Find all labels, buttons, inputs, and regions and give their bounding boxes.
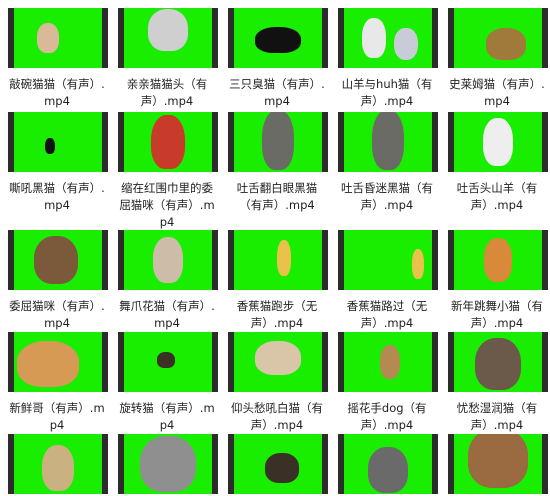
file-item[interactable]: 亲亲猫猫头（有声）.mp4 [118, 8, 218, 110]
file-name-label: 史莱姆猫（有声）.mp4 [449, 77, 545, 108]
video-thumbnail [8, 112, 108, 172]
cat-thumbnail-icon [468, 434, 528, 488]
video-thumbnail [8, 434, 108, 494]
video-thumbnail [448, 434, 548, 494]
file-item[interactable]: 新年跳舞小猫（有声）.mp4 [448, 230, 548, 332]
file-item[interactable]: 旋转猫（有声）.mp4 [118, 332, 218, 434]
video-thumbnail [338, 230, 438, 290]
video-thumbnail [338, 332, 438, 392]
file-item[interactable]: 舞爪花猫（有声）.mp4 [118, 230, 218, 332]
file-item[interactable]: 敲碗猫猫（有声）.mp4 [8, 8, 108, 110]
video-thumbnail [8, 230, 108, 290]
cat-thumbnail-icon [255, 27, 301, 53]
file-item[interactable] [448, 434, 548, 494]
file-name-label: 忧愁湿润猫（有声）.mp4 [456, 401, 538, 432]
file-item[interactable]: 香蕉猫路过（无声）.mp4 [338, 230, 438, 332]
video-thumbnail [338, 434, 438, 494]
file-item[interactable]: 仰头愁吼白猫（有声）.mp4 [228, 332, 328, 434]
file-name-label: 香蕉猫路过（无声）.mp4 [346, 299, 428, 330]
file-name-label: 缩在红围巾里的委屈猫咪（有声）.mp4 [119, 181, 215, 229]
cat-thumbnail-icon [148, 9, 188, 51]
file-grid: 敲碗猫猫（有声）.mp4 亲亲猫猫头（有声）.mp4 三只臭猫（有声）.mp4 山羊与… [0, 0, 550, 496]
file-name-label: 舞爪花猫（有声）.mp4 [119, 299, 215, 330]
cat-thumbnail-icon [17, 341, 79, 387]
dog-thumbnail-icon [380, 345, 400, 379]
cat-thumbnail-icon [394, 28, 418, 60]
video-thumbnail [228, 112, 328, 172]
video-thumbnail [338, 112, 438, 172]
video-thumbnail [228, 8, 328, 68]
file-name-label: 吐舌头山羊（有声）.mp4 [456, 181, 538, 212]
file-item[interactable]: 新鲜哥（有声）.mp4 [8, 332, 108, 434]
banana-cat-thumbnail-icon [277, 240, 291, 276]
video-thumbnail [118, 332, 218, 392]
cat-thumbnail-icon [45, 138, 55, 154]
video-thumbnail [118, 8, 218, 68]
file-item[interactable]: 忧愁湿润猫（有声）.mp4 [448, 332, 548, 434]
file-item[interactable] [338, 434, 438, 494]
file-item[interactable]: 摇花手dog（有声）.mp4 [338, 332, 438, 434]
file-name-label: 吐舌翻白眼黑猫（有声）.mp4 [236, 181, 318, 212]
cat-thumbnail-icon [372, 112, 404, 170]
cat-thumbnail-icon [151, 115, 185, 169]
file-item[interactable]: 山羊与huh猫（有声）.mp4 [338, 8, 438, 110]
file-name-label: 仰头愁吼白猫（有声）.mp4 [231, 401, 323, 432]
file-item[interactable] [8, 434, 108, 494]
file-item[interactable]: 吐舌头山羊（有声）.mp4 [448, 112, 548, 214]
cat-thumbnail-icon [157, 352, 175, 368]
file-name-label: 新年跳舞小猫（有声）.mp4 [451, 299, 543, 330]
goat-thumbnail-icon [483, 118, 513, 166]
file-item[interactable] [228, 434, 328, 494]
cat-thumbnail-icon [262, 112, 294, 170]
video-thumbnail [448, 8, 548, 68]
cat-thumbnail-icon [34, 236, 78, 284]
file-item[interactable]: 嘶吼黑猫（有声）.mp4 [8, 112, 108, 214]
file-name-label: 亲亲猫猫头（有声）.mp4 [126, 77, 208, 108]
cat-thumbnail-icon [255, 341, 301, 375]
file-item[interactable]: 吐舌昏迷黑猫（有声）.mp4 [338, 112, 438, 214]
video-thumbnail [8, 8, 108, 68]
dog-thumbnail-icon [140, 436, 196, 492]
cat-thumbnail-icon [37, 23, 59, 53]
video-thumbnail [8, 332, 108, 392]
file-item[interactable]: 缩在红围巾里的委屈猫咪（有声）.mp4 [118, 112, 218, 231]
video-thumbnail [448, 112, 548, 172]
cat-thumbnail-icon [484, 238, 512, 282]
video-thumbnail [118, 434, 218, 494]
cat-thumbnail-icon [486, 28, 526, 60]
file-name-label: 新鲜哥（有声）.mp4 [9, 401, 105, 432]
cat-thumbnail-icon [153, 237, 183, 283]
banana-cat-thumbnail-icon [412, 249, 424, 279]
file-name-label: 旋转猫（有声）.mp4 [119, 401, 215, 432]
file-name-label: 吐舌昏迷黑猫（有声）.mp4 [341, 181, 433, 212]
file-name-label: 香蕉猫跑步（无声）.mp4 [236, 299, 318, 330]
file-name-label: 摇花手dog（有声）.mp4 [347, 401, 427, 432]
file-name-label: 嘶吼黑猫（有声）.mp4 [9, 181, 105, 212]
video-thumbnail [448, 230, 548, 290]
file-name-label: 三只臭猫（有声）.mp4 [229, 77, 325, 108]
file-item[interactable]: 史莱姆猫（有声）.mp4 [448, 8, 548, 110]
file-item[interactable]: 吐舌翻白眼黑猫（有声）.mp4 [228, 112, 328, 214]
video-thumbnail [228, 332, 328, 392]
file-name-label: 委屈猫咪（有声）.mp4 [9, 299, 105, 330]
file-name-label: 敲碗猫猫（有声）.mp4 [9, 77, 105, 108]
cat-thumbnail-icon [475, 338, 521, 390]
cat-thumbnail-icon [42, 445, 74, 491]
cat-thumbnail-icon [362, 18, 386, 58]
video-thumbnail [228, 230, 328, 290]
video-thumbnail [118, 230, 218, 290]
file-item[interactable]: 三只臭猫（有声）.mp4 [228, 8, 328, 110]
file-item[interactable] [118, 434, 218, 494]
cat-thumbnail-icon [265, 453, 299, 483]
video-thumbnail [228, 434, 328, 494]
file-name-label: 山羊与huh猫（有声）.mp4 [341, 77, 433, 108]
video-thumbnail [448, 332, 548, 392]
video-thumbnail [118, 112, 218, 172]
file-item[interactable]: 香蕉猫跑步（无声）.mp4 [228, 230, 328, 332]
video-thumbnail [338, 8, 438, 68]
cat-thumbnail-icon [368, 447, 408, 493]
file-item[interactable]: 委屈猫咪（有声）.mp4 [8, 230, 108, 332]
